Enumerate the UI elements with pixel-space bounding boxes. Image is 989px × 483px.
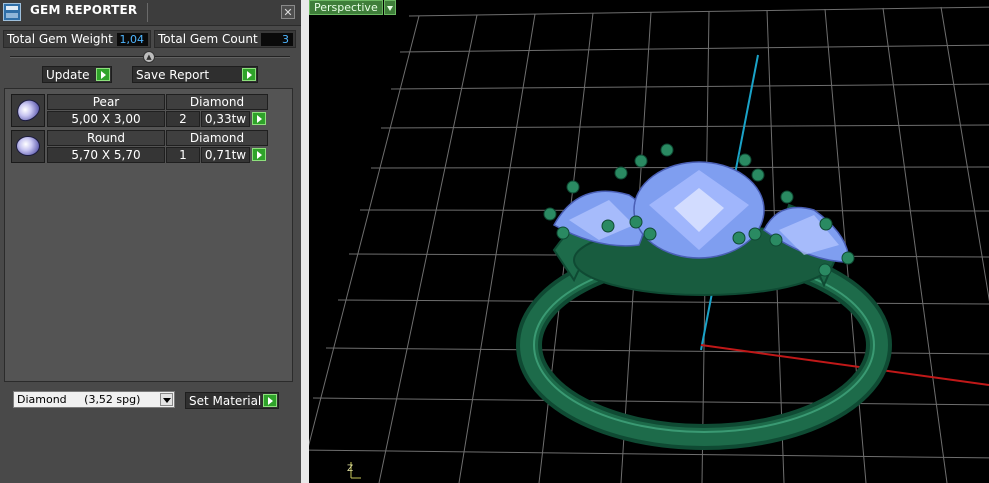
gem-shape-cell: Round [47,130,165,146]
gem-select-arrow-icon[interactable] [252,112,266,125]
gem-thumbnail [11,130,45,163]
round-gem-icon [16,136,40,156]
gem-size-cell: 5,70 X 5,70 [47,147,165,163]
play-arrow-icon [242,68,256,81]
total-gem-count-value: 3 [261,33,293,46]
total-gem-count-box: Total Gem Count 3 [154,30,296,48]
update-button[interactable]: Update [42,66,112,83]
play-arrow-icon [263,394,277,407]
gem-row[interactable]: Pear Diamond 5,00 X 3,00 2 0,33tw [11,94,273,127]
gem-thumbnail [11,94,45,127]
gem-size-cell: 5,00 X 3,00 [47,111,165,127]
total-gem-weight-value: 1,04 [117,33,148,46]
window-title: GEM REPORTER [30,3,138,17]
gem-select-arrow-icon[interactable] [252,148,266,161]
gem-count-cell: 1 [166,147,200,163]
set-material-button-label: Set Material [189,394,262,408]
update-button-label: Update [46,68,90,82]
gem-material-cell: Diamond [166,94,268,110]
total-gem-count-label: Total Gem Count [158,32,258,46]
gem-material-cell: Diamond [166,130,268,146]
gem-row[interactable]: Round Diamond 5,70 X 5,70 1 0,71tw [11,130,273,163]
chevron-down-icon[interactable] [160,393,173,406]
save-report-button-label: Save Report [136,68,210,82]
view-menu-chevron-icon[interactable] [384,0,396,15]
round-gem-center [633,161,765,259]
gem-reporter-panel: GEM REPORTER ✕ Total Gem Weight 1,04 Tot… [0,0,301,483]
pear-gem-icon [12,94,44,126]
viewport-canvas: Z [309,6,989,483]
gem-shape-cell: Pear [47,94,165,110]
play-arrow-icon [96,68,110,81]
collapse-toggle-button[interactable]: ▲ [143,51,155,63]
title-separator [147,3,148,22]
material-select[interactable]: Diamond (3,52 spg) [13,391,175,408]
gem-weight-cell: 0,71tw [201,147,250,163]
3d-viewport[interactable]: Z Perspective [309,0,989,483]
panel-splitter[interactable] [301,0,309,483]
set-material-button[interactable]: Set Material [185,392,279,409]
total-gem-weight-box: Total Gem Weight 1,04 [3,30,151,48]
close-button[interactable]: ✕ [281,5,295,19]
save-report-button[interactable]: Save Report [132,66,258,83]
material-select-value: Diamond (3,52 spg) [17,393,141,406]
perspective-view-label: Perspective [314,1,378,14]
gem-reporter-app-icon [3,3,21,21]
gem-weight-cell: 0,33tw [201,111,250,127]
total-gem-weight-label: Total Gem Weight [7,32,113,46]
gem-list: Pear Diamond 5,00 X 3,00 2 0,33tw Round … [4,88,293,382]
title-bar: GEM REPORTER ✕ [0,0,301,26]
perspective-view-tab[interactable]: Perspective [309,0,383,15]
x-axis-line [700,344,989,386]
z-axis-label: Z [347,464,353,474]
view-axis-gizmo: Z [347,462,361,479]
gem-count-cell: 2 [166,111,200,127]
